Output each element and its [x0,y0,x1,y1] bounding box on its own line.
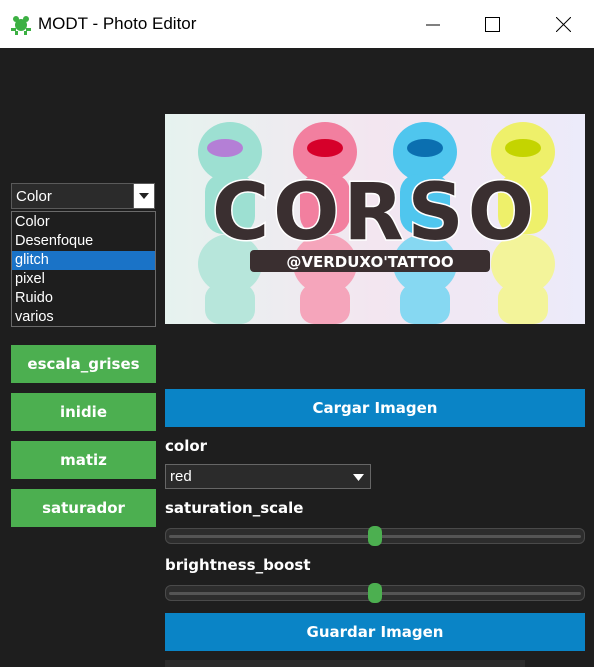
minimize-button[interactable] [410,0,456,48]
dropdown-option-highlighted[interactable]: glitch [12,251,155,270]
brightness-slider[interactable] [165,583,585,603]
bottom-scroll-strip [165,660,525,667]
filter-dropdown-value: Color [16,188,52,205]
dropdown-option[interactable]: Desenfoque [12,232,155,251]
green-frog-icon [11,16,31,35]
inidie-button[interactable]: inidie [11,393,156,431]
saturation-slider[interactable] [165,526,585,546]
graffiti-title: CORSO [212,168,538,258]
filter-dropdown[interactable]: Color [11,183,155,209]
dropdown-option[interactable]: Color [12,213,155,232]
color-select-value: red [170,468,192,485]
save-image-button[interactable]: Guardar Imagen [165,613,585,651]
close-button[interactable] [540,0,586,48]
escala-grises-button[interactable]: escala_grises [11,345,156,383]
filter-dropdown-list: Color Desenfoque glitch pixel Ruido vari… [11,211,156,327]
dropdown-option[interactable]: varios [12,308,155,327]
saturador-button[interactable]: saturador [11,489,156,527]
dropdown-option[interactable]: pixel [12,270,155,289]
dropdown-arrow[interactable] [133,184,154,208]
title-bar: MODT - Photo Editor [0,0,594,48]
chevron-down-icon [139,193,149,199]
brightness-slider-handle[interactable] [368,583,382,603]
window-title: MODT - Photo Editor [38,14,197,33]
image-preview: CORSO @VERDUXO'TATTOO [165,114,585,324]
matiz-button[interactable]: matiz [11,441,156,479]
close-icon [556,17,571,32]
maximize-button[interactable] [469,0,515,48]
brightness-boost-label: brightness_boost [165,556,311,574]
load-image-button[interactable]: Cargar Imagen [165,389,585,427]
dropdown-option[interactable]: Ruido [12,289,155,308]
minimize-icon [426,24,440,26]
saturation-slider-handle[interactable] [368,526,382,546]
saturation-scale-label: saturation_scale [165,499,304,517]
chevron-down-icon [353,474,364,481]
color-select[interactable]: red [165,464,371,489]
graffiti-caption: @VERDUXO'TATTOO [286,253,453,271]
color-label: color [165,437,208,455]
maximize-icon [485,17,500,32]
